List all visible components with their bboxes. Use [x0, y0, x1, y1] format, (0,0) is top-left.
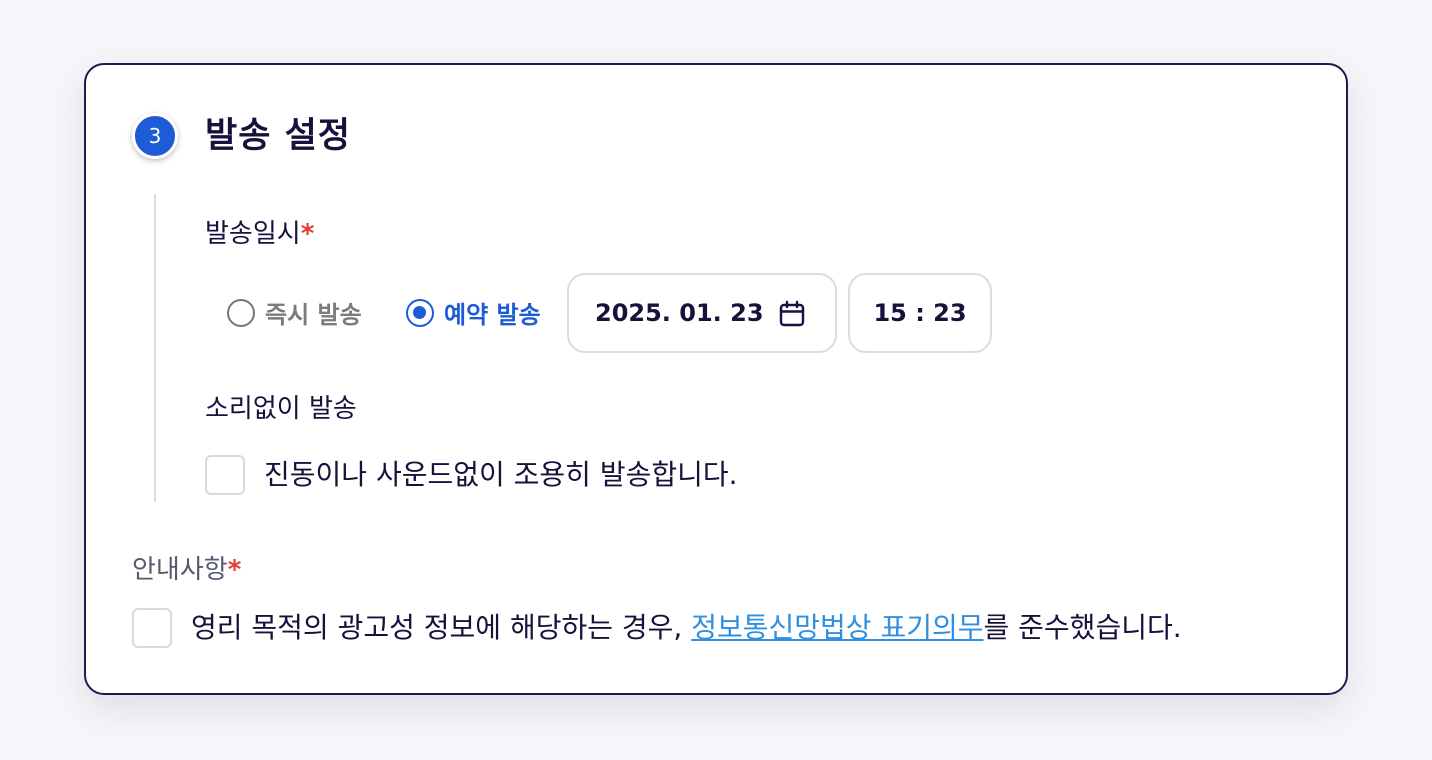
radio-scheduled-send[interactable]: 예약 발송	[406, 295, 541, 330]
send-datetime-label: 발송일시*	[205, 217, 314, 251]
radio-immediate-send[interactable]: 즉시 발송	[227, 295, 362, 330]
legal-obligation-link[interactable]: 정보통신망법상 표기의무	[691, 611, 983, 644]
silent-send-description: 진동이나 사운드없이 조용히 발송합니다.	[264, 458, 738, 491]
notice-text-before: 영리 목적의 광고성 정보에 해당하는 경우,	[191, 611, 692, 644]
radio-circle-unselected	[227, 298, 255, 327]
date-picker-field[interactable]: 2025. 01. 23	[567, 273, 837, 353]
section-title: 발송 설정	[205, 116, 351, 156]
step-number-badge: 3	[132, 113, 178, 159]
calendar-icon[interactable]	[777, 299, 807, 335]
notice-label-text: 안내사항	[132, 555, 228, 585]
silent-send-label: 소리없이 발송	[205, 394, 357, 424]
notice-agree-text: 영리 목적의 광고성 정보에 해당하는 경우, 정보통신망법상 표기의무를 준수…	[191, 610, 1182, 646]
indent-divider	[154, 194, 156, 502]
silent-send-checkbox[interactable]	[205, 455, 245, 495]
radio-circle-selected	[406, 298, 434, 327]
required-mark: *	[300, 219, 315, 249]
time-picker-field[interactable]: 15 : 23	[848, 273, 992, 353]
date-value: 2025. 01. 23	[595, 299, 764, 327]
notice-required-mark: *	[227, 555, 242, 585]
send-datetime-label-text: 발송일시	[205, 219, 301, 249]
notice-label: 안내사항*	[132, 553, 241, 587]
time-value: 15 : 23	[873, 299, 967, 327]
send-settings-card: 3 발송 설정 발송일시* 즉시 발송 예약 발송 2025. 01. 23 1…	[84, 63, 1348, 695]
notice-text-after: 를 준수했습니다.	[983, 611, 1182, 644]
notice-agree-checkbox[interactable]	[132, 608, 172, 648]
radio-scheduled-label: 예약 발송	[444, 301, 541, 329]
radio-immediate-label: 즉시 발송	[265, 301, 362, 329]
